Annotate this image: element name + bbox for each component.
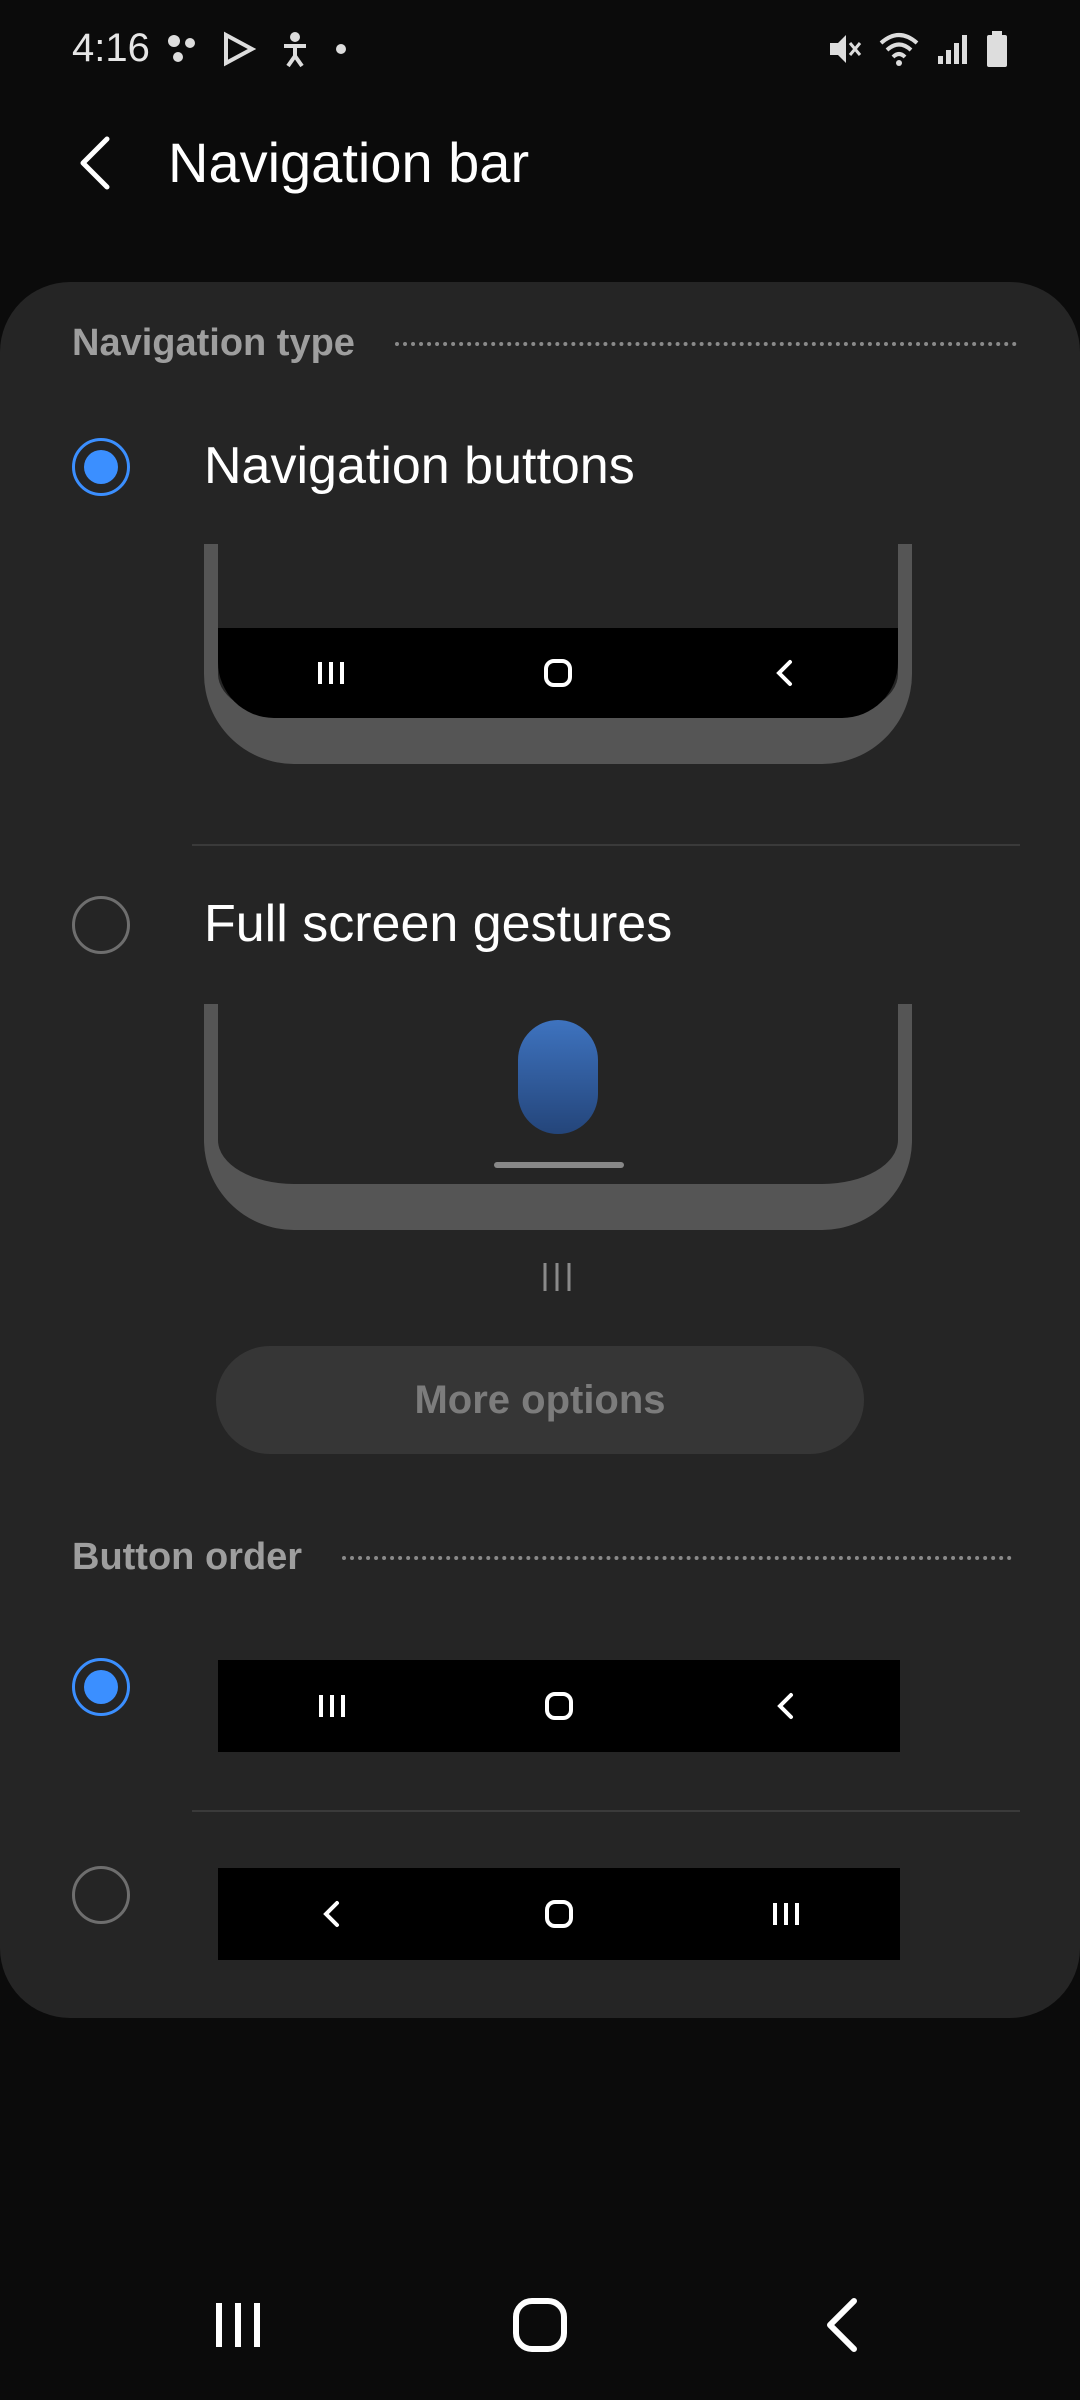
- recents-icon: [216, 2303, 260, 2347]
- section-title: Button order: [72, 1536, 303, 1578]
- gestures-preview[interactable]: [204, 1004, 912, 1230]
- back-button[interactable]: [60, 128, 130, 198]
- recents-icon: [318, 662, 345, 684]
- recents-lines-icon: [543, 1263, 571, 1291]
- settings-card: Navigation type Navigation buttons Full …: [0, 282, 1080, 2018]
- divider: [192, 1810, 1020, 1812]
- mute-icon: [830, 35, 862, 63]
- system-home-button[interactable]: [480, 2260, 600, 2390]
- more-options-button[interactable]: More options: [216, 1346, 864, 1454]
- play-store-icon: [224, 31, 256, 67]
- accessibility-icon: [284, 32, 306, 68]
- navigation-buttons-preview[interactable]: [204, 544, 912, 764]
- battery-icon: [987, 31, 1007, 67]
- back-icon: [775, 660, 792, 686]
- home-icon: [544, 659, 572, 687]
- system-back-button[interactable]: [782, 2260, 902, 2390]
- status-icons-left: [164, 30, 348, 68]
- divider: [192, 844, 1020, 846]
- button-order-preview-1[interactable]: [218, 1660, 900, 1752]
- chevron-left-icon: [80, 136, 110, 190]
- button-order-preview-2[interactable]: [218, 1868, 900, 1960]
- dotted-divider: [394, 341, 1017, 346]
- home-icon: [544, 1900, 573, 1928]
- signal-icon: [938, 35, 967, 64]
- back-icon: [827, 2298, 857, 2352]
- finger-icon: [518, 1020, 598, 1134]
- app-bar: Navigation bar: [0, 110, 1080, 220]
- option-label: Full screen gestures: [204, 895, 673, 953]
- back-icon: [322, 1901, 339, 1927]
- gesture-handle-icon: [494, 1162, 624, 1168]
- option-label: Navigation buttons: [204, 437, 635, 495]
- recents-icon: [318, 1695, 345, 1717]
- dotted-divider: [342, 1555, 1012, 1560]
- notification-icon: [168, 35, 195, 62]
- radio-full-screen-gestures[interactable]: [72, 896, 130, 954]
- wifi-icon: [879, 33, 919, 66]
- section-header-navigation-type: Navigation type: [72, 322, 1017, 365]
- dot-icon: [336, 44, 346, 54]
- system-navigation-bar: [0, 2260, 1080, 2400]
- back-icon: [777, 1693, 794, 1719]
- radio-button-order-1[interactable]: [72, 1658, 130, 1716]
- home-icon: [513, 2298, 567, 2352]
- status-time: 4:16: [72, 26, 150, 70]
- radio-button-order-2[interactable]: [72, 1866, 130, 1924]
- home-icon: [544, 1692, 573, 1720]
- preview-navbar: [218, 628, 898, 718]
- status-bar: 4:16: [0, 0, 1080, 100]
- page-title: Navigation bar: [168, 131, 530, 194]
- status-icons-right: [826, 30, 1008, 68]
- radio-navigation-buttons[interactable]: [72, 438, 130, 496]
- system-recents-button[interactable]: [178, 2260, 298, 2390]
- section-header-button-order: Button order: [72, 1536, 1012, 1579]
- section-title: Navigation type: [72, 322, 355, 364]
- recents-icon: [773, 1903, 800, 1925]
